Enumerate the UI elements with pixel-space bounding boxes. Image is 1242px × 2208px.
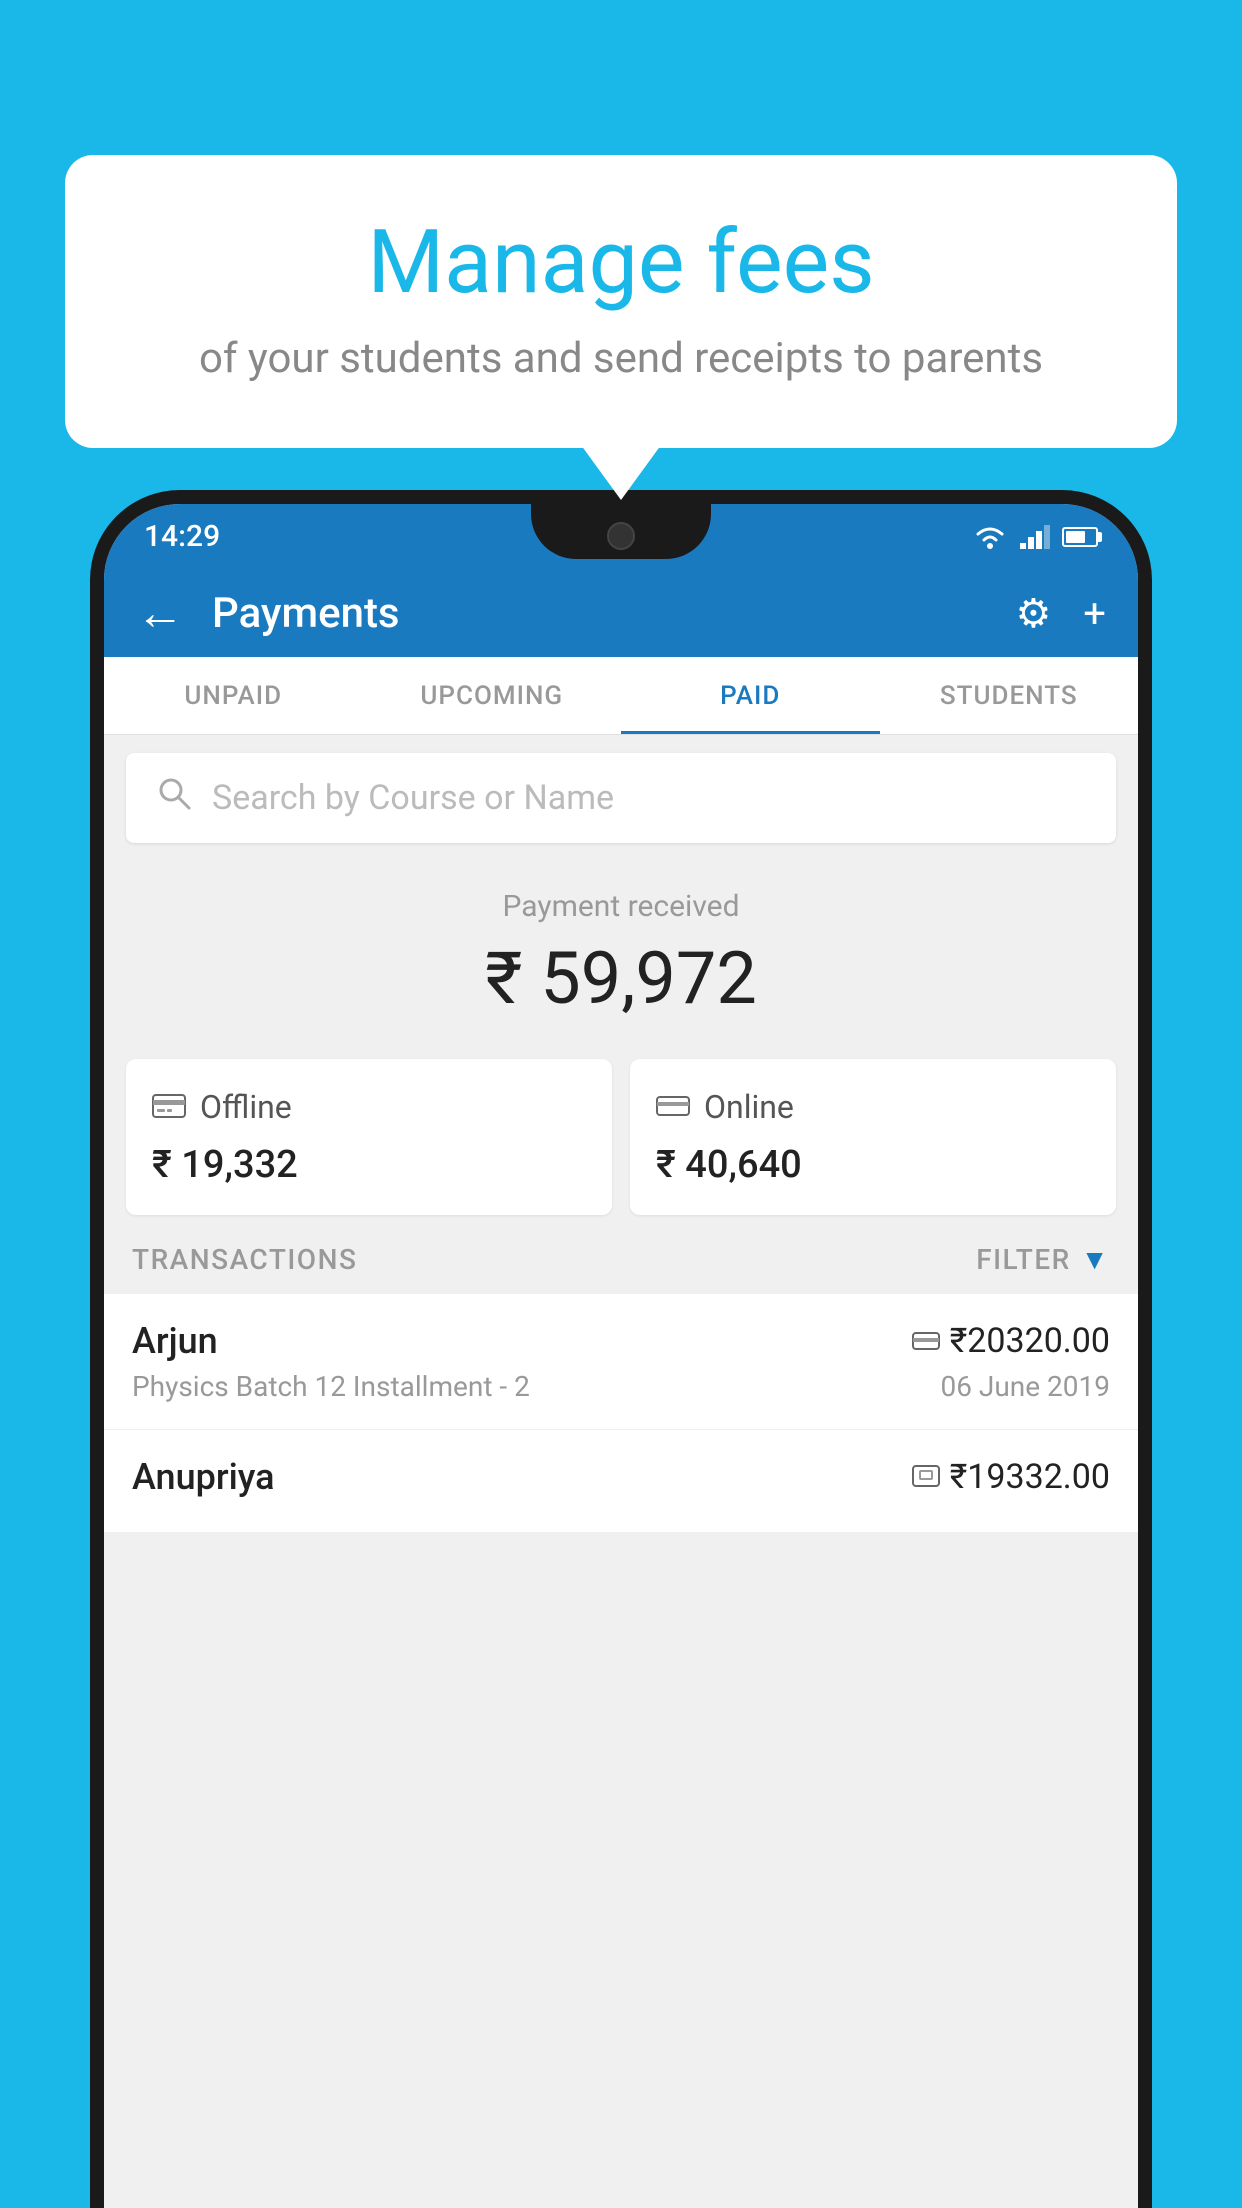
bubble-title: Manage fees — [115, 215, 1127, 312]
online-icon — [656, 1087, 690, 1127]
page-title: Payments — [212, 589, 1015, 638]
tabs-bar: UNPAID UPCOMING PAID STUDENTS — [104, 657, 1138, 735]
online-card: Online ₹ 40,640 — [630, 1059, 1116, 1215]
status-icons — [972, 524, 1098, 550]
status-time: 14:29 — [144, 519, 220, 554]
settings-icon[interactable]: ⚙ — [1015, 590, 1051, 637]
search-bar[interactable]: Search by Course or Name — [126, 753, 1116, 843]
notch — [531, 504, 711, 559]
payment-cards: Offline ₹ 19,332 Online ₹ 4 — [126, 1059, 1116, 1215]
transaction-name: Anupriya — [132, 1456, 275, 1498]
app-header: ← Payments ⚙ + — [104, 569, 1138, 657]
transaction-top: Arjun ₹20320.00 — [132, 1320, 1110, 1362]
transaction-list: Arjun ₹20320.00 Physics — [104, 1294, 1138, 1533]
offline-label: Offline — [200, 1088, 292, 1126]
offline-icon — [152, 1087, 186, 1127]
transaction-row[interactable]: Anupriya ₹19332.00 — [104, 1430, 1138, 1533]
transaction-top: Anupriya ₹19332.00 — [132, 1456, 1110, 1498]
battery-icon — [1062, 527, 1098, 547]
transaction-amount-wrap: ₹20320.00 — [912, 1321, 1110, 1361]
offline-amount: ₹ 19,332 — [152, 1143, 586, 1187]
payment-label: Payment received — [104, 889, 1138, 924]
search-icon — [156, 775, 192, 821]
transaction-type-icon — [912, 1461, 940, 1494]
speech-bubble-container: Manage fees of your students and send re… — [65, 155, 1177, 448]
filter-button[interactable]: FILTER ▼ — [976, 1243, 1110, 1276]
transaction-bottom: Physics Batch 12 Installment - 2 06 June… — [132, 1370, 1110, 1403]
online-card-header: Online — [656, 1087, 1090, 1127]
transaction-type-icon — [912, 1325, 940, 1358]
transaction-amount-wrap: ₹19332.00 — [912, 1457, 1110, 1497]
transaction-desc: Physics Batch 12 Installment - 2 — [132, 1370, 530, 1403]
content-area: Search by Course or Name Payment receive… — [104, 735, 1138, 2208]
front-camera — [607, 522, 635, 550]
phone-frame: 14:29 — [90, 490, 1152, 2208]
transactions-header: TRANSACTIONS FILTER ▼ — [104, 1215, 1138, 1294]
transaction-amount: ₹19332.00 — [950, 1457, 1110, 1497]
header-actions: ⚙ + — [1015, 590, 1106, 637]
signal-icon — [1020, 525, 1050, 549]
online-label: Online — [704, 1088, 794, 1126]
wifi-icon — [972, 524, 1008, 550]
transaction-amount: ₹20320.00 — [950, 1321, 1110, 1361]
filter-icon: ▼ — [1081, 1243, 1110, 1276]
payment-received-section: Payment received ₹ 59,972 — [104, 861, 1138, 1039]
transaction-row[interactable]: Arjun ₹20320.00 Physics — [104, 1294, 1138, 1430]
transaction-name: Arjun — [132, 1320, 218, 1362]
tab-students[interactable]: STUDENTS — [880, 657, 1139, 734]
bubble-subtitle: of your students and send receipts to pa… — [115, 334, 1127, 383]
offline-card-header: Offline — [152, 1087, 586, 1127]
tab-unpaid[interactable]: UNPAID — [104, 657, 363, 734]
search-placeholder: Search by Course or Name — [212, 778, 614, 818]
back-button[interactable]: ← — [136, 589, 184, 637]
phone-screen: 14:29 — [104, 504, 1138, 2208]
tab-paid[interactable]: PAID — [621, 657, 880, 734]
tab-upcoming[interactable]: UPCOMING — [363, 657, 622, 734]
online-amount: ₹ 40,640 — [656, 1143, 1090, 1187]
payment-amount: ₹ 59,972 — [104, 936, 1138, 1021]
transactions-label: TRANSACTIONS — [132, 1243, 357, 1276]
add-icon[interactable]: + — [1083, 590, 1106, 637]
offline-card: Offline ₹ 19,332 — [126, 1059, 612, 1215]
speech-bubble: Manage fees of your students and send re… — [65, 155, 1177, 448]
transaction-date: 06 June 2019 — [940, 1370, 1110, 1403]
